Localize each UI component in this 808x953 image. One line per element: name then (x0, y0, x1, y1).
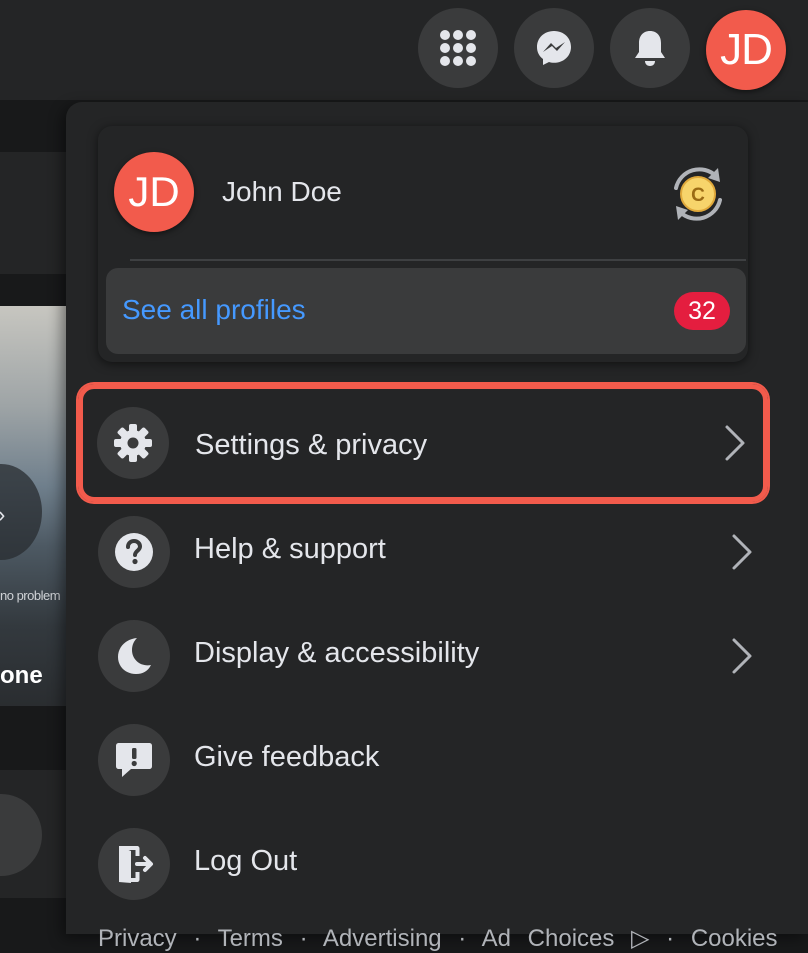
chevron-right-icon (725, 425, 745, 461)
display-accessibility-item[interactable]: Display & accessibility (82, 608, 766, 704)
profile-name[interactable]: John Doe (222, 176, 342, 208)
logout-icon (98, 828, 170, 900)
profile-avatar[interactable]: JD (114, 152, 194, 232)
footer-links[interactable]: Privacy · Terms · Advertising · Ad Choic… (98, 924, 778, 953)
see-all-profiles-button[interactable]: See all profiles 32 (106, 268, 746, 354)
chevron-right-icon (732, 638, 752, 674)
gear-icon (97, 407, 169, 479)
settings-privacy-label: Settings & privacy (195, 429, 428, 461)
photo-caption: no problem (0, 588, 61, 603)
profile-card: JD John Doe C See all profiles 32 (98, 126, 748, 362)
messenger-button[interactable] (514, 8, 594, 88)
give-feedback-label: Give feedback (194, 741, 380, 773)
switch-profile-icon[interactable]: C (666, 162, 730, 226)
account-initials: JD (720, 25, 773, 74)
messenger-icon (537, 31, 571, 65)
photo-title: one (0, 662, 43, 689)
display-accessibility-label: Display & accessibility (194, 637, 480, 669)
settings-privacy-item[interactable]: Settings & privacy (78, 384, 768, 502)
chevron-right-icon: › (0, 502, 5, 528)
moon-icon (98, 620, 170, 692)
feed-photo[interactable]: › no problem one (0, 306, 66, 706)
give-feedback-item[interactable]: Give feedback (82, 712, 766, 808)
carousel-next-button[interactable] (0, 464, 42, 560)
feedback-icon (98, 724, 170, 796)
profile-initials: JD (128, 168, 180, 215)
see-all-profiles-label: See all profiles (122, 294, 306, 325)
bell-icon (635, 31, 665, 66)
help-support-item[interactable]: Help & support (82, 504, 766, 600)
menu-grid-icon (440, 30, 476, 66)
log-out-label: Log Out (194, 845, 298, 877)
notifications-button[interactable] (610, 8, 690, 88)
top-navigation-bar: JD (0, 0, 808, 100)
question-icon (98, 516, 170, 588)
log-out-item[interactable]: Log Out (82, 816, 766, 912)
help-support-label: Help & support (194, 533, 386, 565)
card-divider (130, 259, 746, 261)
feed-card-header (0, 152, 66, 274)
profiles-count-badge: 32 (674, 292, 730, 330)
account-avatar-button[interactable]: JD (706, 10, 786, 90)
account-menu: JD John Doe C See all profiles 32 Settin… (66, 102, 808, 952)
chevron-right-icon (732, 534, 752, 570)
menu-button[interactable] (418, 8, 498, 88)
svg-text:C: C (691, 185, 705, 206)
